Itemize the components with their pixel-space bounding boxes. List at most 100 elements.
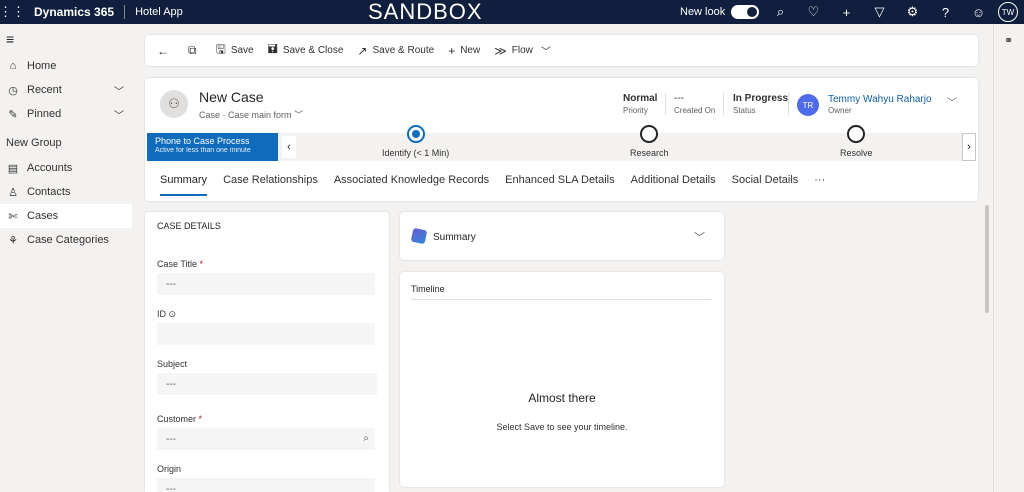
sidebar-item-accounts[interactable]: ▤ Accounts <box>0 156 132 180</box>
top-bar: ⋮⋮ Dynamics 365 Hotel App SANDBOX New lo… <box>0 0 1024 24</box>
plus-icon[interactable]: + <box>830 0 863 24</box>
wrench-icon: ✄ <box>8 210 18 223</box>
person-icon: ♙ <box>8 186 18 199</box>
user-avatar[interactable]: TW <box>998 2 1018 22</box>
stage-research[interactable]: Research <box>630 125 669 158</box>
owner-link[interactable]: Temmy Wahyu Raharjo <box>828 94 932 105</box>
summary-card[interactable]: Summary ﹀ <box>400 212 724 260</box>
toggle-switch[interactable] <box>731 5 760 19</box>
sidebar-item-label: Accounts <box>27 162 73 174</box>
sidebar-item-pinned[interactable]: ✎ Pinned ﹀ <box>0 102 132 126</box>
sidebar-item-home[interactable]: ⌂ Home <box>0 54 132 78</box>
copilot-icon <box>410 227 428 245</box>
tab-summary[interactable]: Summary <box>160 174 208 196</box>
right-rail: ⚭ <box>993 24 1024 492</box>
divider <box>723 93 724 115</box>
timeline-empty-title: Almost there <box>528 391 596 405</box>
field-label-text: Customer <box>157 414 197 424</box>
open-in-new-window-button[interactable]: ⧉ <box>188 43 202 58</box>
search-icon[interactable]: ⌕ <box>363 433 369 444</box>
form-tabs: Summary Case Relationships Associated Kn… <box>160 174 841 196</box>
sidebar-item-label: Contacts <box>27 186 71 198</box>
new-button[interactable]: + New <box>448 44 480 58</box>
tab-case-relationships[interactable]: Case Relationships <box>223 174 318 194</box>
new-look-toggle[interactable]: New look <box>680 5 760 19</box>
sidebar-item-contacts[interactable]: ♙ Contacts <box>0 180 132 204</box>
save-close-button[interactable]: 🖬 Save & Close <box>268 40 344 61</box>
more-tabs-button[interactable]: ··· <box>814 174 825 194</box>
stage-resolve[interactable]: Resolve <box>840 125 873 158</box>
lock-icon: ⊙ <box>168 309 177 319</box>
status-label: Status <box>733 106 756 115</box>
search-icon[interactable]: ⌕ <box>764 0 797 24</box>
flow-button[interactable]: ≫ Flow ﹀ <box>494 43 551 59</box>
stage-identify[interactable]: Identify (< 1 Min) <box>382 125 449 158</box>
app-name[interactable]: Hotel App <box>135 6 183 18</box>
plus-icon: + <box>448 43 456 58</box>
tab-additional-details[interactable]: Additional Details <box>631 174 716 194</box>
sidebar-group-title: New Group <box>6 137 62 149</box>
puzzle-icon: ⚘ <box>8 234 18 247</box>
process-flyout-button[interactable]: Phone to Case Process Active for less th… <box>147 133 278 161</box>
new-look-label: New look <box>680 6 726 18</box>
case-record-icon: ⚇ <box>160 90 188 118</box>
priority-field: Normal Priority <box>623 93 657 115</box>
help-icon[interactable]: ? <box>929 0 962 24</box>
record-header: ⚇ New Case Case · Case main form ﹀ Norma… <box>145 78 978 201</box>
product-name[interactable]: Dynamics 365 <box>34 5 114 19</box>
origin-select[interactable]: --- <box>157 478 375 492</box>
customer-lookup[interactable]: --- ⌕ <box>157 428 375 450</box>
save-close-label: Save & Close <box>282 45 344 56</box>
chevron-right-icon[interactable]: › <box>962 133 976 161</box>
process-name: Phone to Case Process <box>155 136 250 146</box>
timeline-card: Timeline Almost there Select Save to see… <box>400 272 724 487</box>
business-process-flow: Phone to Case Process Active for less th… <box>147 125 976 161</box>
field-label-text: ID <box>157 309 166 319</box>
id-input[interactable] <box>157 323 375 345</box>
case-title-input[interactable]: --- <box>157 273 375 295</box>
chevron-down-icon[interactable]: ﹀ <box>114 107 124 122</box>
filter-icon[interactable]: ▽ <box>863 0 896 24</box>
chevron-down-icon[interactable]: ﹀ <box>947 94 957 109</box>
origin-label: Origin <box>157 464 182 474</box>
save-route-label: Save & Route <box>372 45 435 56</box>
back-button[interactable]: ← <box>157 44 174 58</box>
chevron-left-icon[interactable]: ‹ <box>282 136 296 158</box>
tab-associated-knowledge-records[interactable]: Associated Knowledge Records <box>334 174 489 194</box>
record-title: New Case <box>199 89 264 105</box>
app-launcher-icon[interactable]: ⋮⋮ <box>0 0 25 24</box>
owner-label: Owner <box>828 106 852 115</box>
customer-label: Customer * <box>157 414 202 424</box>
sidebar-item-label: Case Categories <box>27 234 109 246</box>
chevron-down-icon[interactable]: ﹀ <box>294 110 303 120</box>
form-selector[interactable]: Case main form <box>228 110 292 120</box>
sidebar-item-recent[interactable]: ◷ Recent ﹀ <box>0 78 132 102</box>
copilot-icon[interactable]: ☺ <box>962 0 995 24</box>
stage-dot-icon <box>847 125 866 143</box>
lightbulb-icon[interactable]: ♡ <box>797 0 830 24</box>
status-field: In Progress Status <box>733 93 788 115</box>
scrollbar[interactable] <box>985 205 989 313</box>
save-label: Save <box>230 45 254 56</box>
section-title: CASE DETAILS <box>157 221 221 231</box>
tab-social-details[interactable]: Social Details <box>732 174 799 194</box>
save-route-button[interactable]: ↗ Save & Route <box>357 44 434 58</box>
save-icon: 🖫 <box>215 42 226 56</box>
timeline-empty-text: Select Save to see your timeline. <box>496 422 628 432</box>
save-button[interactable]: 🖫 Save <box>216 40 254 61</box>
gear-icon[interactable]: ⚙ <box>896 0 929 24</box>
chevron-down-icon[interactable]: ﹀ <box>114 83 124 98</box>
hamburger-icon[interactable]: ≡ <box>0 24 132 54</box>
status-value: In Progress <box>733 93 789 104</box>
sidebar-item-cases[interactable]: ✄ Cases <box>0 204 132 228</box>
flow-label: Flow <box>511 45 533 56</box>
stage-label: Identify (< 1 Min) <box>382 148 450 158</box>
apps-icon[interactable]: ⚭ <box>1004 34 1013 47</box>
chevron-down-icon[interactable]: ﹀ <box>694 229 705 245</box>
summary-title: Summary <box>433 232 476 243</box>
tab-enhanced-sla-details[interactable]: Enhanced SLA Details <box>505 174 614 194</box>
subject-input[interactable]: --- <box>157 373 377 395</box>
sidebar-item-case-categories[interactable]: ⚘ Case Categories <box>0 228 132 252</box>
stage-label: Research <box>630 148 669 158</box>
sidebar-item-label: Home <box>27 60 57 72</box>
